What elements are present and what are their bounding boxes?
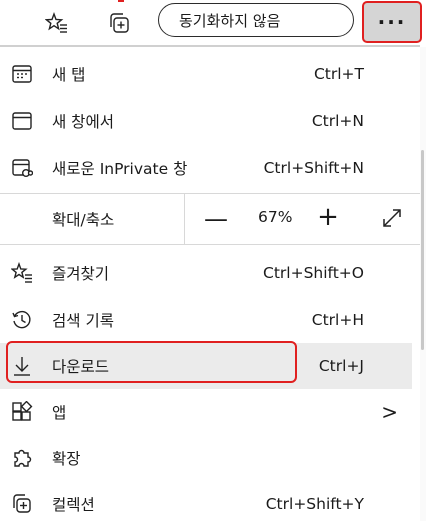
zoom-in-button[interactable]: + [312, 200, 344, 234]
menu-item-new-window[interactable]: 새 창에서 Ctrl+N [0, 98, 412, 144]
collections-icon[interactable] [104, 8, 134, 38]
menu-item-label: 확장 [52, 450, 81, 468]
new-window-icon [9, 108, 35, 134]
inprivate-window-icon [9, 155, 35, 181]
menu-border [0, 45, 420, 47]
sync-status-label: 동기화하지 않음 [179, 11, 281, 30]
menu-divider [0, 244, 420, 245]
menu-item-label: 다운로드 [52, 358, 110, 376]
menu-item-apps[interactable]: 앱 > [0, 389, 412, 435]
menu-item-shortcut: Ctrl+N [311, 112, 364, 130]
menu-item-new-inprivate[interactable]: 새로운 InPrivate 창 Ctrl+Shift+N [0, 145, 412, 191]
extensions-icon [9, 445, 35, 471]
menu-item-shortcut: Ctrl+T [313, 65, 364, 83]
menu-item-label: 새 탭 [52, 66, 86, 84]
menu-item-label: 즐겨찾기 [52, 265, 110, 283]
zoom-label: 확대/축소 [52, 211, 115, 229]
menu-item-shortcut: Ctrl+H [311, 311, 364, 329]
highlight-mark [118, 0, 124, 2]
apps-icon [9, 399, 35, 425]
menu-item-label: 앱 [52, 404, 67, 422]
menu-item-shortcut: Ctrl+Shift+N [263, 159, 364, 177]
browser-toolbar: 동기화하지 않음 ··· [0, 0, 426, 45]
menu-item-shortcut: Ctrl+Shift+Y [265, 495, 364, 513]
favorites-star-icon[interactable] [42, 8, 72, 38]
menu-item-downloads[interactable]: 다운로드 Ctrl+J [0, 343, 412, 389]
download-icon [9, 353, 35, 379]
settings-and-more-button[interactable]: ··· [362, 1, 422, 43]
favorites-icon [9, 260, 35, 286]
menu-item-label: 새로운 InPrivate 창 [52, 160, 188, 178]
menu-item-history[interactable]: 검색 기록 Ctrl+H [0, 297, 412, 343]
new-tab-icon [9, 61, 35, 87]
menu-item-shortcut: Ctrl+J [318, 357, 364, 375]
collections-icon [9, 491, 35, 517]
menu-item-extensions[interactable]: 확장 [0, 435, 412, 481]
fullscreen-icon[interactable] [378, 204, 406, 232]
zoom-level-value: 67% [258, 208, 293, 226]
menu-scrollbar-thumb[interactable] [421, 150, 424, 350]
zoom-row: 확대/축소 — 67% + [0, 194, 412, 244]
more-icon: ··· [377, 10, 407, 34]
menu-item-shortcut: Ctrl+Shift+O [263, 264, 364, 282]
chevron-right-icon: > [381, 400, 398, 424]
menu-item-favorites[interactable]: 즐겨찾기 Ctrl+Shift+O [0, 250, 412, 296]
menu-item-label: 새 창에서 [52, 113, 114, 131]
history-icon [9, 307, 35, 333]
menu-item-label: 검색 기록 [52, 312, 114, 330]
menu-item-collections[interactable]: 컬렉션 Ctrl+Shift+Y [0, 481, 412, 527]
zoom-out-button[interactable]: — [200, 202, 232, 236]
sync-status-button[interactable]: 동기화하지 않음 [158, 3, 354, 37]
menu-item-new-tab[interactable]: 새 탭 Ctrl+T [0, 51, 412, 97]
zoom-divider [184, 194, 185, 244]
menu-item-label: 컬렉션 [52, 496, 95, 514]
